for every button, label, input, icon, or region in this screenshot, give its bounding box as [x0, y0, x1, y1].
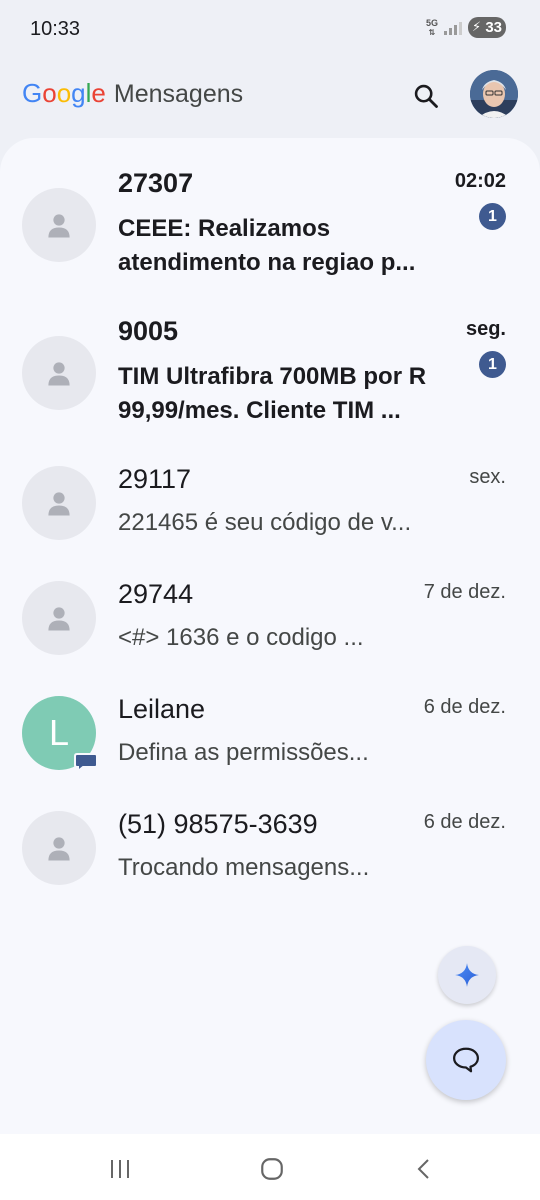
- app-header: Google Mensagens: [0, 60, 540, 132]
- conversation-time: 6 de dez.: [423, 696, 506, 718]
- contact-avatar: [22, 188, 96, 262]
- brand-letter: g: [71, 78, 86, 108]
- conversation-time: seg.: [465, 318, 506, 340]
- conversation-time: 02:02: [454, 170, 506, 192]
- person-icon: [48, 837, 70, 861]
- search-button[interactable]: [406, 76, 446, 116]
- conversation-snippet: Trocando mensagens...: [118, 854, 370, 881]
- brand-letter: o: [56, 78, 72, 108]
- conversation-item[interactable]: (51) 98575-3639 Trocando mensagens... 6 …: [0, 801, 540, 916]
- conversation-snippet: 221465 é seu código de v...: [118, 509, 412, 536]
- unread-badge: 1: [479, 351, 506, 378]
- charging-icon: ⚡: [472, 19, 482, 34]
- app-brand: Google Mensagens: [22, 78, 243, 109]
- avatar-letter: L: [48, 712, 70, 753]
- conversation-snippet: TIM Ultrafibra 700MB por R 99,99/mes. Cl…: [118, 363, 427, 424]
- brand-letter: e: [91, 78, 106, 108]
- person-icon: [48, 492, 70, 516]
- conversation-time: 7 de dez.: [423, 581, 506, 603]
- recent-apps-icon: [111, 1160, 129, 1178]
- unread-badge: 1: [479, 203, 506, 230]
- conversation-item[interactable]: 29117 221465 é seu código de v... sex.: [0, 456, 540, 571]
- person-icon: [48, 214, 70, 238]
- account-avatar[interactable]: [470, 70, 518, 118]
- status-time: 10:33: [30, 18, 81, 40]
- conversation-item[interactable]: L Leilane Defina as permissões... 6 de d…: [0, 686, 540, 801]
- home-icon: [261, 1158, 283, 1180]
- conversation-name: Leilane: [118, 694, 206, 724]
- chat-bubble-icon: [453, 1047, 479, 1073]
- conversation-item[interactable]: 27307 CEEE: Realizamos atendimento na re…: [0, 160, 540, 276]
- start-chat-button[interactable]: [426, 1020, 506, 1100]
- conversation-item[interactable]: 9005 TIM Ultrafibra 700MB por R 99,99/me…: [0, 308, 540, 424]
- brand-letter: o: [42, 78, 57, 108]
- system-navigation-bar: [0, 1134, 540, 1200]
- conversation-time: sex.: [469, 466, 506, 488]
- gemini-button[interactable]: [438, 946, 496, 1004]
- network-5g-icon: 5G ⇅: [425, 17, 438, 37]
- conversation-time: 6 de dez.: [423, 811, 506, 833]
- recent-apps-button[interactable]: [100, 1154, 140, 1184]
- conversation-snippet: CEEE: Realizamos atendimento na regiao p…: [118, 215, 416, 276]
- back-button[interactable]: [404, 1154, 444, 1184]
- contact-avatar: [22, 811, 96, 885]
- conversation-name: 29744: [118, 579, 194, 609]
- contact-avatar: [22, 336, 96, 410]
- conversation-snippet: <#> 1636 e o codigo ...: [118, 624, 364, 651]
- contact-avatar: [22, 466, 96, 540]
- rcs-chat-icon: [74, 753, 98, 772]
- app-title: Mensagens: [113, 80, 244, 108]
- search-icon: [414, 84, 438, 108]
- person-icon: [48, 362, 70, 386]
- conversation-name: (51) 98575-3639: [118, 809, 318, 839]
- conversation-item[interactable]: 29744 <#> 1636 e o codigo ... 7 de dez.: [0, 571, 540, 686]
- account-photo: [470, 70, 518, 118]
- brand-letter: G: [22, 78, 43, 108]
- sparkle-icon: [455, 963, 479, 987]
- status-bar: 10:33 5G ⇅ ⚡ 33: [0, 0, 540, 58]
- signal-icon: [444, 21, 462, 35]
- conversation-snippet: Defina as permissões...: [118, 739, 369, 766]
- back-icon: [417, 1159, 429, 1179]
- battery-icon: ⚡ 33: [468, 17, 506, 38]
- person-icon: [48, 607, 70, 631]
- conversation-name: 27307: [118, 168, 194, 198]
- home-button[interactable]: [252, 1154, 292, 1184]
- battery-level: 33: [485, 19, 502, 36]
- status-icons: 5G ⇅ ⚡ 33: [426, 17, 506, 38]
- conversation-name: 9005: [118, 316, 179, 346]
- conversation-name: 29117: [118, 464, 192, 494]
- network-label: 5G: [425, 17, 438, 28]
- contact-avatar: [22, 581, 96, 655]
